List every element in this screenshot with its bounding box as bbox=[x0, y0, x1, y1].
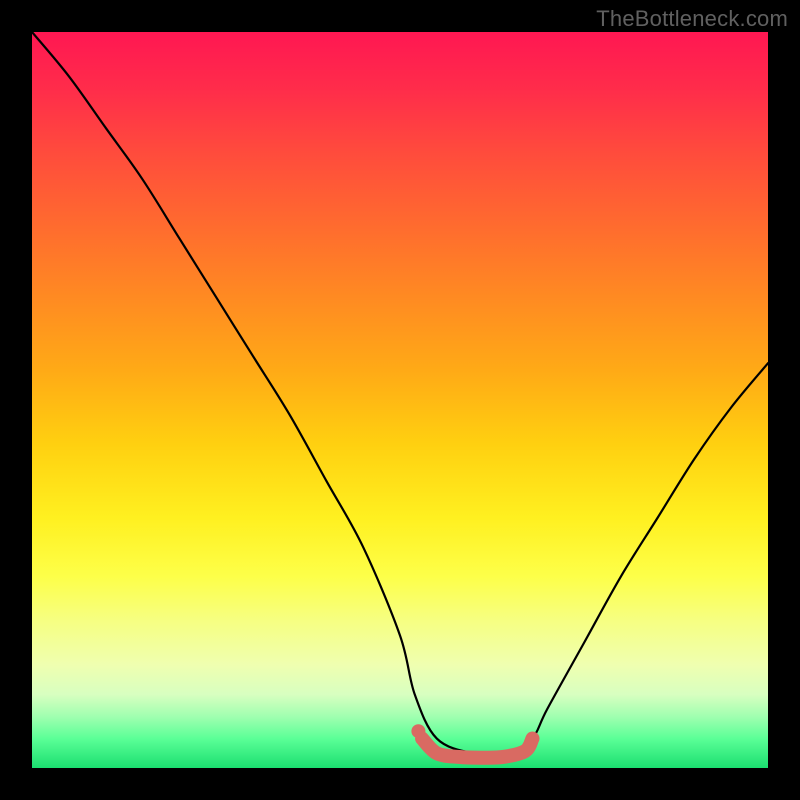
highlight-marker-dot bbox=[411, 724, 425, 738]
chart-frame: TheBottleneck.com bbox=[0, 0, 800, 800]
chart-svg bbox=[32, 32, 768, 768]
attribution-text: TheBottleneck.com bbox=[596, 6, 788, 32]
bottleneck-curve-path bbox=[32, 32, 768, 755]
chart-plot-area bbox=[32, 32, 768, 768]
